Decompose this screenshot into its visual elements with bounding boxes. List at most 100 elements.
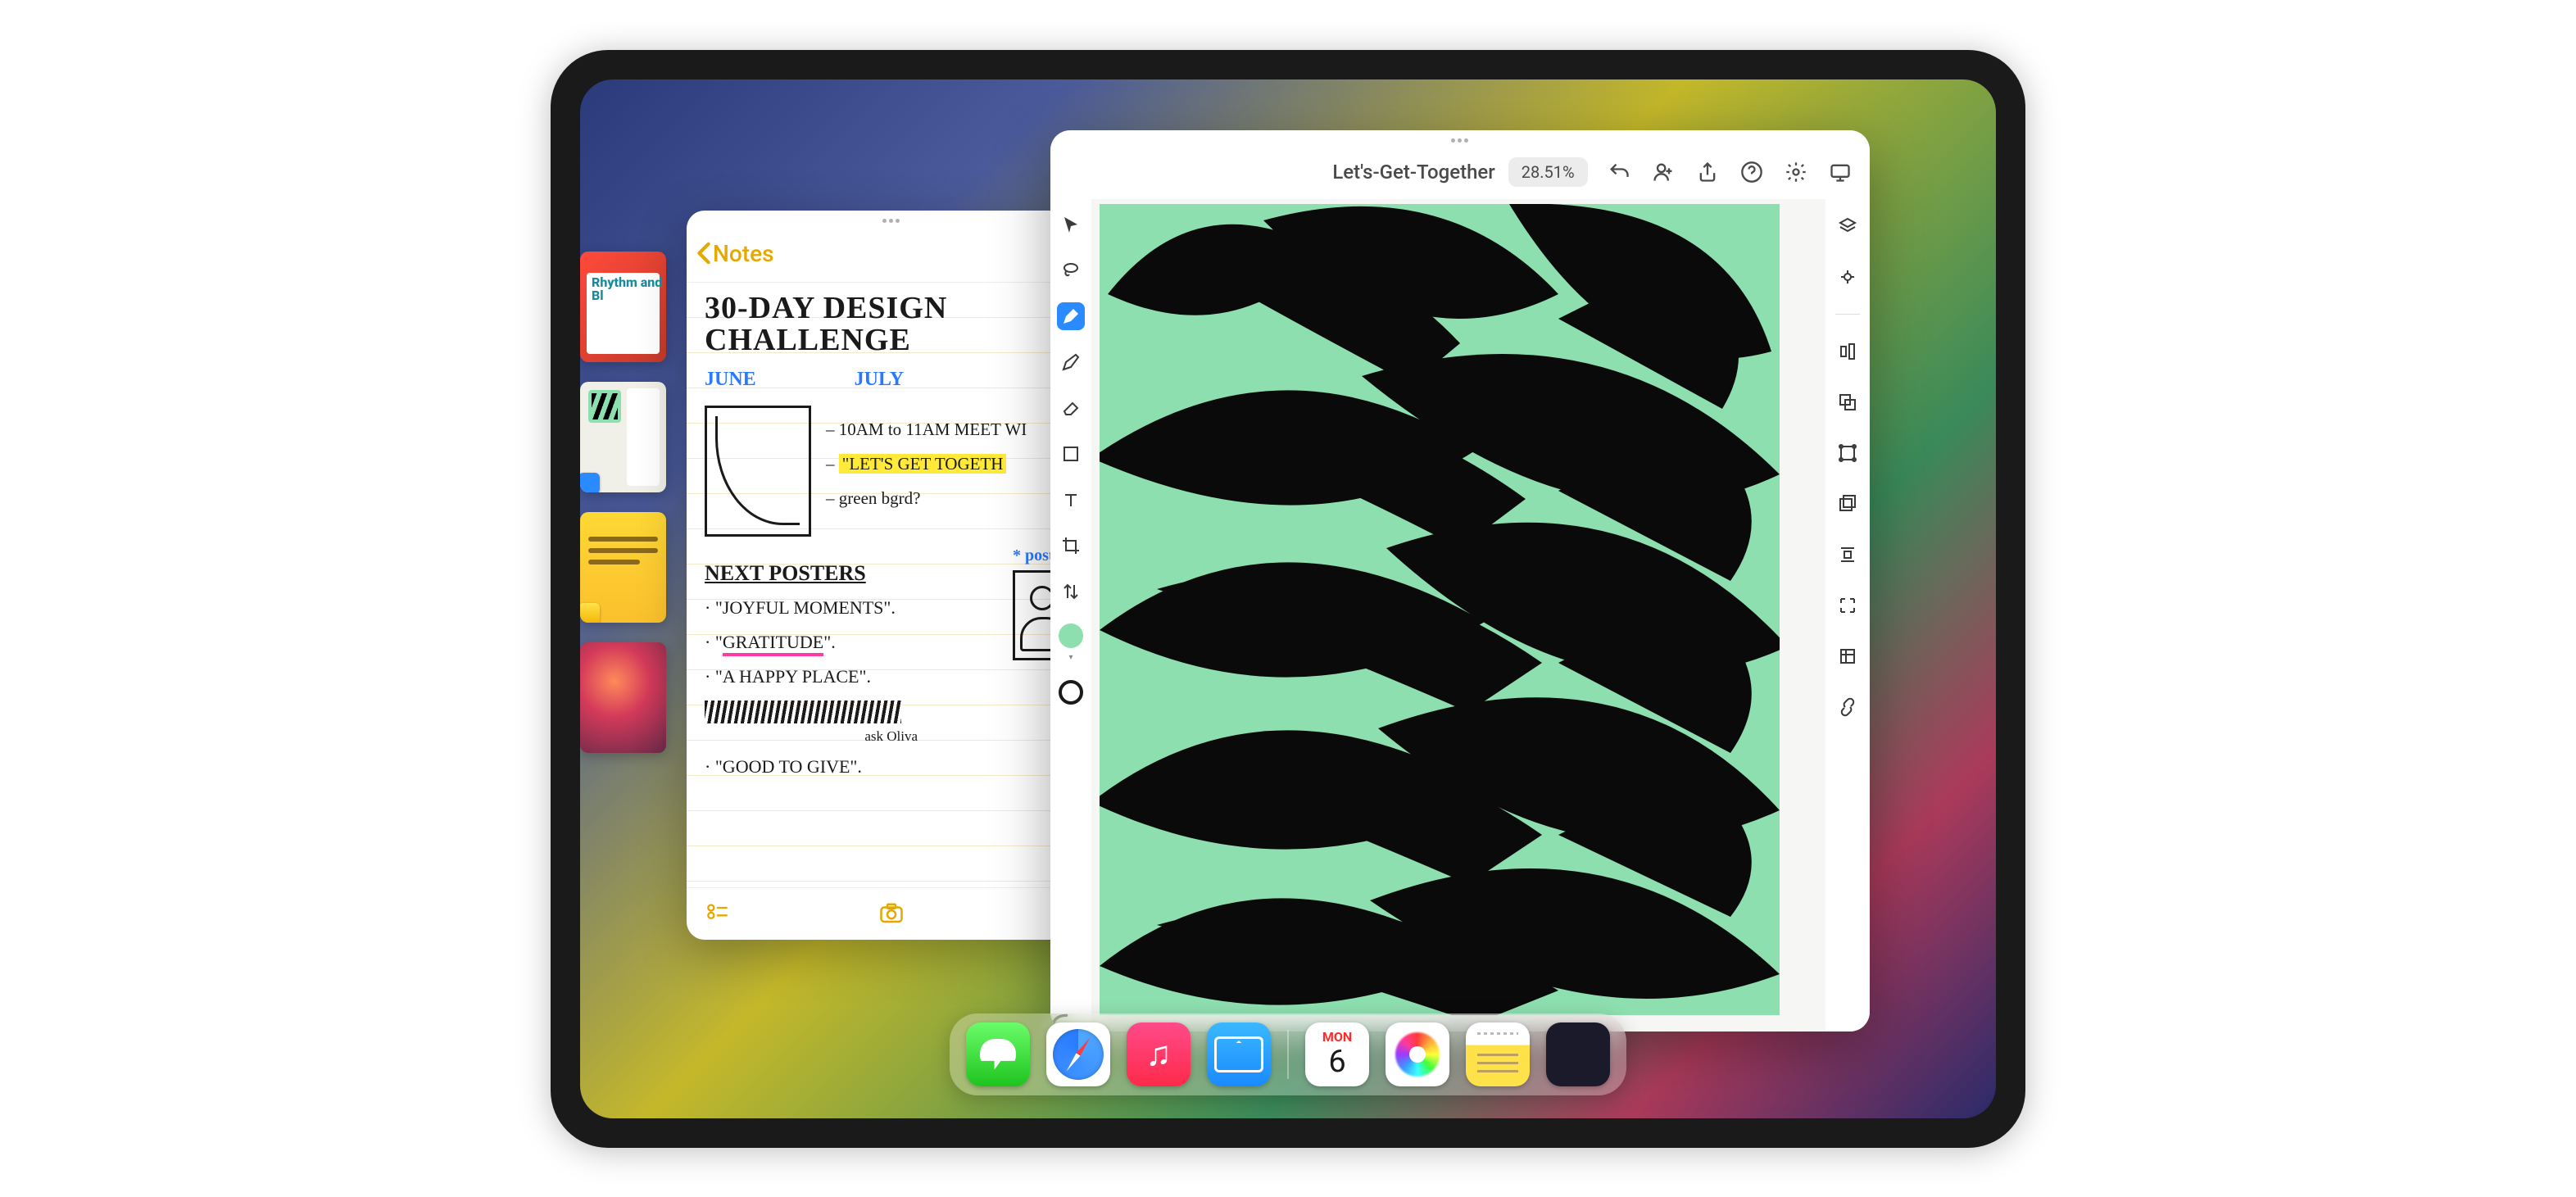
stage-panel-icon <box>627 388 660 486</box>
help-button[interactable] <box>1740 161 1763 184</box>
window-controls-icon[interactable] <box>882 219 900 224</box>
zoom-level[interactable]: 28.51% <box>1508 157 1588 187</box>
left-tool-strip: ▾ <box>1050 199 1091 1032</box>
stage-item-design[interactable] <box>580 382 666 492</box>
timeline-end: JULY <box>855 369 904 391</box>
notes-header: Notes <box>687 225 1096 283</box>
pencil-icon <box>1061 352 1081 372</box>
pathfinder-button[interactable] <box>1834 388 1862 416</box>
distribute-button[interactable] <box>1834 541 1862 569</box>
frame-icon <box>1838 494 1857 514</box>
dock-app-safari[interactable] <box>1046 1022 1110 1086</box>
rectangle-icon <box>1061 444 1081 464</box>
dock-app-messages[interactable] <box>966 1022 1030 1086</box>
design-header: Let's-Get-Together 28.51% <box>1050 145 1870 199</box>
expand-button[interactable] <box>1834 592 1862 619</box>
fill-swatch[interactable] <box>1059 623 1083 648</box>
document-title: Let's-Get-Together <box>1332 161 1494 184</box>
expand-icon <box>1838 596 1857 615</box>
note-bullets: · "JOYFUL MOMENTS". · "GRATITUDE". · "A … <box>705 591 996 783</box>
layers-icon <box>1838 216 1857 236</box>
timeline-start: JUNE <box>705 369 756 391</box>
cursor-icon <box>1061 215 1081 234</box>
design-window[interactable]: Let's-Get-Together 28.51% <box>1050 130 1870 1032</box>
align-button[interactable] <box>1834 338 1862 365</box>
note-line: – 10AM to 11AM MEET WI <box>826 412 1027 447</box>
properties-button[interactable] <box>1834 263 1862 291</box>
stage-item-books[interactable]: Rhythm and Bl <box>580 252 666 362</box>
frame-button[interactable] <box>1834 490 1862 518</box>
stage-app-badge <box>580 473 600 492</box>
thumb-line-icon <box>588 548 658 553</box>
stage-thumb-icon <box>588 390 621 423</box>
align-icon <box>1838 342 1857 361</box>
detail-button[interactable] <box>1834 642 1862 670</box>
add-user-button[interactable] <box>1652 161 1675 184</box>
note-bullet: · "GOOD TO GIVE". <box>705 750 996 784</box>
dock-app-music[interactable] <box>1127 1022 1190 1086</box>
rectangle-tool[interactable] <box>1057 440 1085 468</box>
pathfinder-icon <box>1838 392 1857 412</box>
canvas-area[interactable] <box>1091 199 1825 1032</box>
selection-tool[interactable] <box>1057 211 1085 238</box>
link-button[interactable] <box>1834 693 1862 721</box>
dock-separator <box>1287 1030 1289 1079</box>
layers-button[interactable] <box>1834 212 1862 240</box>
notes-back-button[interactable]: Notes <box>696 240 773 267</box>
swap-tool[interactable] <box>1057 578 1085 605</box>
artboard[interactable] <box>1100 204 1780 1015</box>
eraser-tool[interactable] <box>1057 394 1085 422</box>
note-lines: – 10AM to 11AM MEET WI – "LET'S GET TOGE… <box>826 412 1027 515</box>
notes-body[interactable]: 30-DAY DESIGN CHALLENGE JUNE JULY – 10AM… <box>687 283 1096 887</box>
checklist-button[interactable] <box>706 902 729 925</box>
note-timeline: JUNE JULY <box>705 369 1078 391</box>
note-line: – green bgrd? <box>826 481 1027 515</box>
dock: MON 6 <box>950 1013 1626 1095</box>
type-tool[interactable] <box>1057 486 1085 514</box>
checklist-icon <box>706 902 729 925</box>
crop-icon <box>1061 536 1081 555</box>
dock-app-shortcuts[interactable] <box>1546 1022 1610 1086</box>
stroke-swatch[interactable] <box>1059 680 1083 705</box>
stage-app-badge <box>580 733 600 753</box>
swap-arrows-icon <box>1061 582 1081 601</box>
stage-item-notes[interactable] <box>580 512 666 623</box>
notes-window[interactable]: Notes 30-DAY DESIGN CHALLENGE JUNE JULY … <box>687 211 1096 940</box>
swatch-menu-caret[interactable]: ▾ <box>1068 653 1073 662</box>
user-add-icon <box>1652 161 1675 184</box>
transform-button[interactable] <box>1834 439 1862 467</box>
gear-icon <box>1785 161 1807 184</box>
stage-item-facetime[interactable] <box>580 642 666 753</box>
present-icon <box>1829 161 1852 184</box>
right-panel-strip <box>1825 199 1870 1032</box>
dock-app-notes[interactable] <box>1466 1022 1530 1086</box>
calendar-day-number: 6 <box>1305 1044 1369 1080</box>
window-controls-icon[interactable] <box>1451 138 1469 143</box>
crop-tool[interactable] <box>1057 532 1085 560</box>
transform-icon <box>1838 443 1857 463</box>
share-button[interactable] <box>1696 161 1719 184</box>
undo-button[interactable] <box>1608 161 1630 184</box>
distribute-icon <box>1838 545 1857 564</box>
link-icon <box>1838 697 1857 717</box>
detail-icon <box>1838 646 1857 666</box>
note-bullet: · "A HAPPY PLACE". <box>705 660 996 694</box>
dock-app-mail[interactable] <box>1207 1022 1271 1086</box>
settings-button[interactable] <box>1785 161 1807 184</box>
lettering-artwork <box>1100 204 1780 1015</box>
camera-icon <box>879 901 904 926</box>
pen-tool[interactable] <box>1057 302 1085 330</box>
type-icon <box>1061 490 1081 510</box>
lasso-tool[interactable] <box>1057 256 1085 284</box>
note-line: – "LET'S GET TOGETH <box>826 447 1027 481</box>
camera-button[interactable] <box>879 901 904 926</box>
dock-app-photos[interactable] <box>1386 1022 1449 1086</box>
undo-icon <box>1608 161 1630 184</box>
pencil-tool[interactable] <box>1057 348 1085 376</box>
dock-app-calendar[interactable]: MON 6 <box>1305 1022 1369 1086</box>
lasso-icon <box>1061 261 1081 280</box>
safari-compass-icon <box>1053 1029 1104 1080</box>
ipad-frame: Rhythm and Bl Notes <box>551 50 2025 1148</box>
notes-toolbar <box>687 887 1096 940</box>
present-button[interactable] <box>1829 161 1852 184</box>
